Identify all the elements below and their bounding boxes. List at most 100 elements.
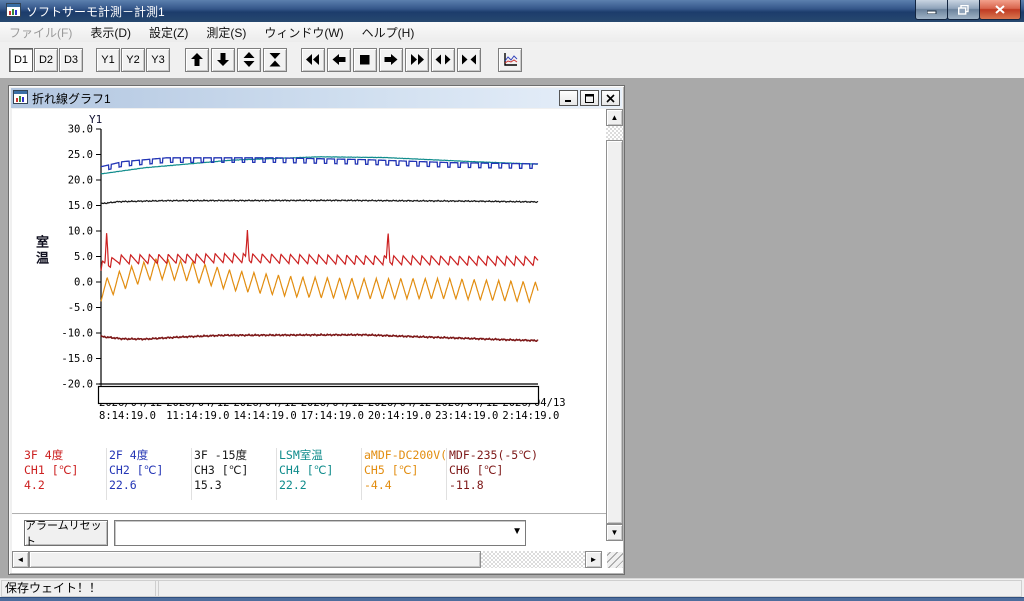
series-line-CH2 bbox=[101, 158, 538, 170]
y-tick-label: 5.0 bbox=[74, 251, 93, 263]
d3-button[interactable]: D3 bbox=[59, 48, 83, 72]
x-tick-time-label: 11:14:19.0 bbox=[166, 410, 229, 422]
graph-window-icon bbox=[13, 90, 28, 107]
status-bar: 保存ウェイト！！ bbox=[0, 578, 1024, 597]
legend-channel-unit: CH6 [℃] bbox=[449, 463, 607, 478]
combo-dropdown-icon[interactable]: ▼ bbox=[512, 526, 522, 537]
vertical-scrollbar[interactable]: ▲ ▼ bbox=[606, 109, 623, 541]
graph-window-title: 折れ線グラフ1 bbox=[32, 90, 111, 107]
vertical-scrollbar-thumb[interactable] bbox=[606, 140, 623, 524]
x-tick-time-label: 2:14:19.0 bbox=[502, 410, 559, 422]
toolbar: D1D2D3 Y1Y2Y3 bbox=[0, 42, 1024, 79]
scroll-down-button[interactable] bbox=[211, 48, 235, 72]
horizontal-scrollbar[interactable]: ◄ ► bbox=[12, 551, 602, 568]
legend-ch4: LSM室温CH4 [℃]22.2 bbox=[277, 448, 362, 500]
skip-back-button[interactable] bbox=[301, 48, 325, 72]
graph-client-area: Y130.025.020.015.010.05.00.0-5.0-10.0-15… bbox=[12, 109, 623, 573]
menu-item-0[interactable]: ファイル(F) bbox=[0, 22, 81, 43]
collapse-vertical-button[interactable] bbox=[263, 48, 287, 72]
app-icon bbox=[6, 3, 21, 20]
mdi-workspace: 折れ線グラフ1 Y130.025.020.015.010.05.00.0-5.0… bbox=[0, 78, 1024, 578]
scrollbar-down-icon[interactable]: ▼ bbox=[606, 524, 623, 541]
step-left-button[interactable] bbox=[327, 48, 351, 72]
main-titlebar[interactable]: ソフトサーモ計測－計測1 bbox=[0, 0, 1024, 22]
graph-maximize-button[interactable] bbox=[580, 90, 599, 106]
y-tick-label: 0.0 bbox=[74, 277, 93, 289]
close-button[interactable] bbox=[979, 0, 1021, 20]
arrow-up-icon bbox=[189, 52, 205, 68]
collapse-horizontal-icon bbox=[461, 52, 477, 68]
legend-channel-value: 22.6 bbox=[109, 478, 191, 493]
y-tick-label: 15.0 bbox=[68, 200, 93, 212]
alarm-combo-box[interactable]: ▼ bbox=[114, 520, 526, 546]
legend-ch5: aMDF-DC200V(+7CH5 [℃]-4.4 bbox=[362, 448, 447, 500]
menu-item-1[interactable]: 表示(D) bbox=[81, 22, 140, 43]
legend-ch6: MDF-235(-5℃)CH6 [℃]-11.8 bbox=[447, 448, 607, 500]
graph-close-button[interactable] bbox=[601, 90, 620, 106]
y1-button[interactable]: Y1 bbox=[96, 48, 120, 72]
y2-button[interactable]: Y2 bbox=[121, 48, 145, 72]
legend-channel-name: 3F -15度 bbox=[194, 448, 276, 463]
y3-button[interactable]: Y3 bbox=[146, 48, 170, 72]
legend-channel-name: 2F 4度 bbox=[109, 448, 191, 463]
legend-ch2: 2F 4度CH2 [℃]22.6 bbox=[107, 448, 192, 500]
scroll-up-button[interactable] bbox=[185, 48, 209, 72]
scrollbar-right-icon[interactable]: ► bbox=[585, 551, 602, 568]
horizontal-scrollbar-thumb[interactable] bbox=[29, 551, 481, 568]
x-tick-time-label: 17:14:19.0 bbox=[301, 410, 364, 422]
legend-channel-value: -11.8 bbox=[449, 478, 607, 493]
resize-grip[interactable] bbox=[607, 552, 623, 568]
step-right-button[interactable] bbox=[379, 48, 403, 72]
y-tick-label: -20.0 bbox=[61, 379, 93, 391]
menu-item-4[interactable]: ウィンドウ(W) bbox=[255, 22, 352, 43]
graph-window-titlebar[interactable]: 折れ線グラフ1 bbox=[11, 88, 622, 108]
skip-back-icon bbox=[305, 52, 321, 68]
menu-item-3[interactable]: 測定(S) bbox=[197, 22, 255, 43]
legend-ch1: 3F 4度CH1 [℃]4.2 bbox=[22, 448, 107, 500]
legend-channel-value: 4.2 bbox=[24, 478, 106, 493]
legend-channel-unit: CH1 [℃] bbox=[24, 463, 106, 478]
vertical-scrollbar-track[interactable] bbox=[606, 126, 623, 140]
y-tick-label: 10.0 bbox=[68, 226, 93, 238]
scrollbar-up-icon[interactable]: ▲ bbox=[606, 109, 623, 126]
legend-channel-unit: CH2 [℃] bbox=[109, 463, 191, 478]
legend-channel-name: LSM室温 bbox=[279, 448, 361, 463]
d2-button[interactable]: D2 bbox=[34, 48, 58, 72]
arrow-left-icon bbox=[331, 52, 347, 68]
application-window: ソフトサーモ計測－計測1 ファイル(F)表示(D)設定(Z)測定(S)ウィンドウ… bbox=[0, 0, 1024, 600]
minimize-button[interactable] bbox=[915, 0, 948, 20]
legend-channel-value: -4.4 bbox=[364, 478, 446, 493]
skip-forward-icon bbox=[409, 52, 425, 68]
alarm-band-box bbox=[99, 387, 539, 404]
x-tick-time-label: 8:14:19.0 bbox=[99, 410, 156, 422]
legend-channel-name: MDF-235(-5℃) bbox=[449, 448, 607, 463]
status-cell-empty bbox=[155, 580, 1022, 597]
alarm-reset-button[interactable]: アラームリセット bbox=[24, 520, 108, 546]
skip-forward-button[interactable] bbox=[405, 48, 429, 72]
expand-vertical-button[interactable] bbox=[237, 48, 261, 72]
menu-item-2[interactable]: 設定(Z) bbox=[140, 22, 197, 43]
y-tick-label: -10.0 bbox=[61, 328, 93, 340]
y-tick-label: 20.0 bbox=[68, 175, 93, 187]
menu-item-5[interactable]: ヘルプ(H) bbox=[353, 22, 424, 43]
legend-channel-value: 22.2 bbox=[279, 478, 361, 493]
graph-settings-button[interactable] bbox=[498, 48, 522, 72]
y-tick-label: -15.0 bbox=[61, 353, 93, 365]
window-title: ソフトサーモ計測－計測1 bbox=[26, 3, 165, 20]
restore-button[interactable] bbox=[947, 0, 980, 20]
status-message: 保存ウェイト！！ bbox=[1, 580, 159, 597]
collapse-vertical-icon bbox=[267, 52, 283, 68]
d1-button[interactable]: D1 bbox=[9, 48, 33, 72]
y-tick-label: -5.0 bbox=[68, 302, 93, 314]
collapse-horizontal-button[interactable] bbox=[457, 48, 481, 72]
horizontal-scrollbar-track[interactable] bbox=[481, 551, 585, 568]
scrollbar-left-icon[interactable]: ◄ bbox=[12, 551, 29, 568]
stop-button[interactable] bbox=[353, 48, 377, 72]
menubar: ファイル(F)表示(D)設定(Z)測定(S)ウィンドウ(W)ヘルプ(H) bbox=[0, 22, 1024, 43]
graph-minimize-button[interactable] bbox=[559, 90, 578, 106]
expand-horizontal-button[interactable] bbox=[431, 48, 455, 72]
arrow-down-icon bbox=[215, 52, 231, 68]
channel-legend: 3F 4度CH1 [℃]4.22F 4度CH2 [℃]22.63F -15度CH… bbox=[22, 448, 607, 500]
line-chart: Y130.025.020.015.010.05.00.0-5.0-10.0-15… bbox=[12, 109, 606, 447]
x-tick-time-label: 20:14:19.0 bbox=[368, 410, 431, 422]
